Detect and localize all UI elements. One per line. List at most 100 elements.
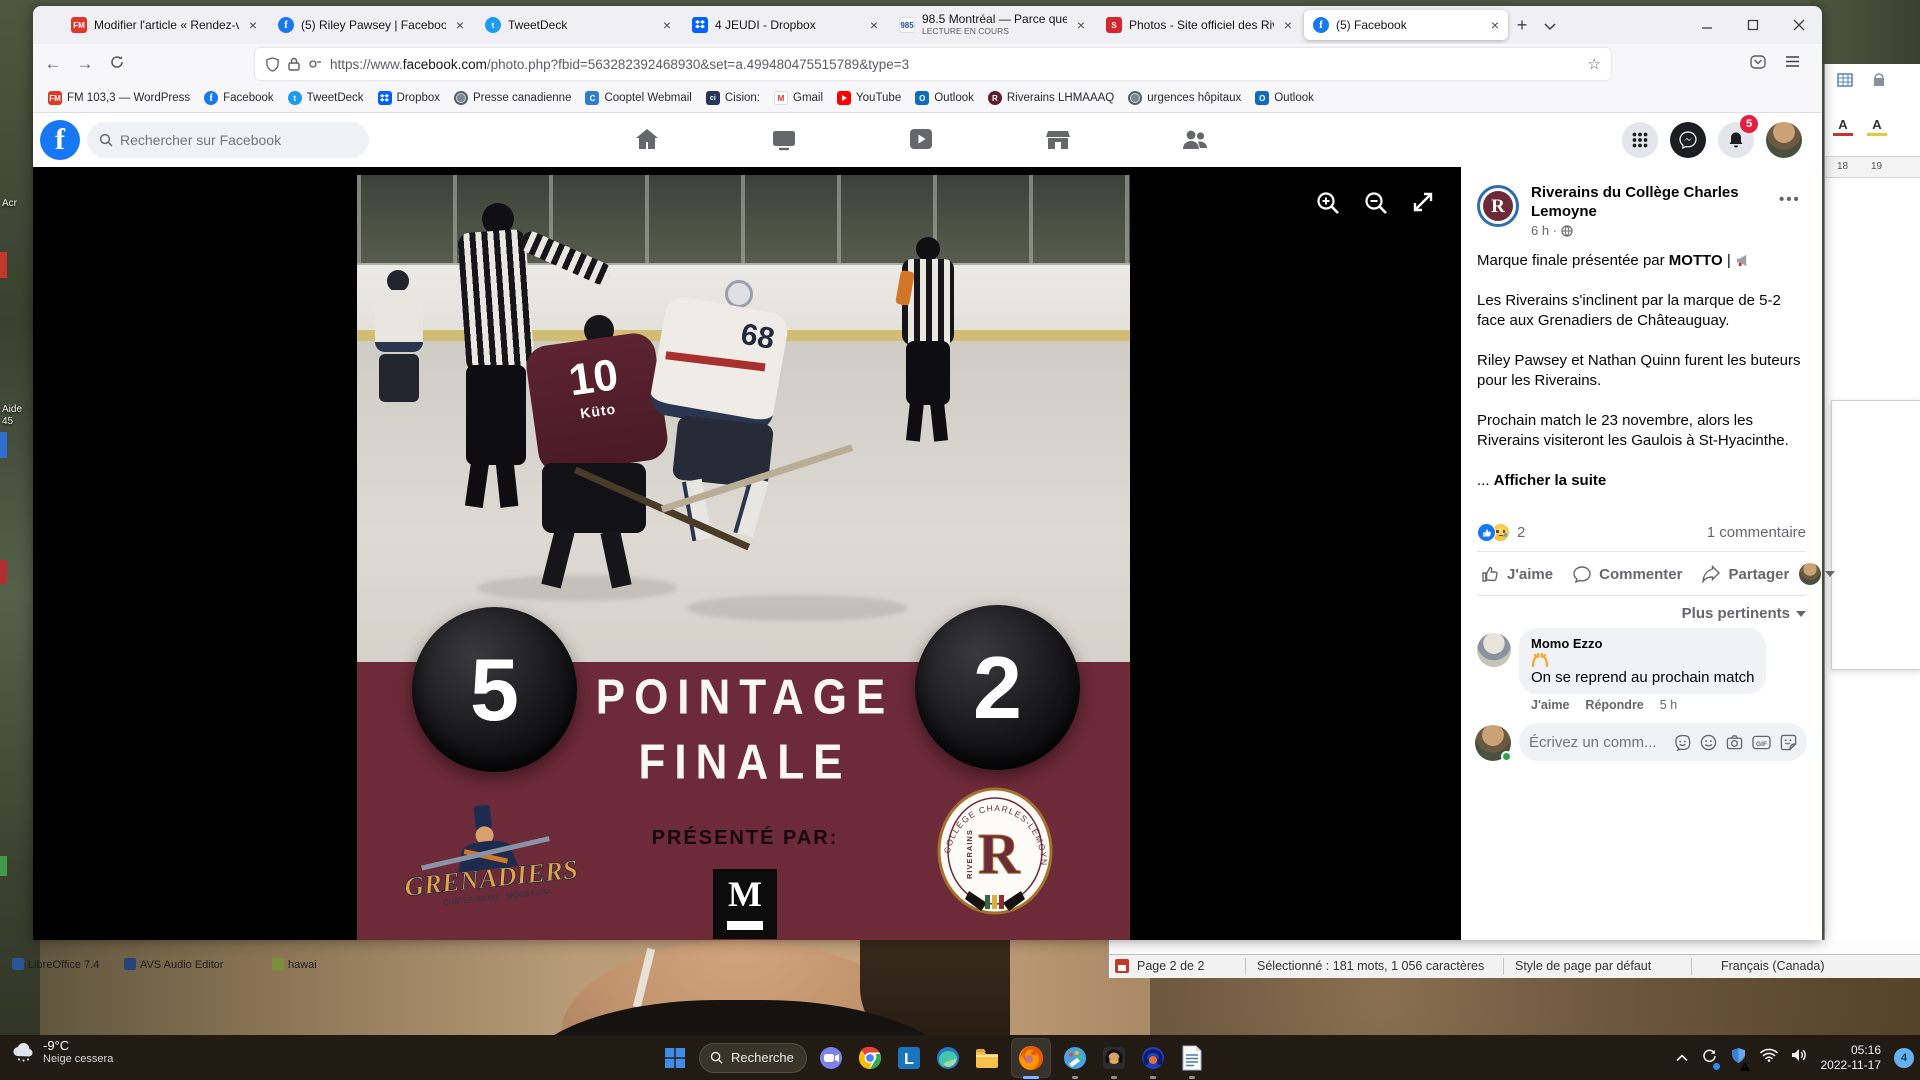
new-tab-button[interactable]: + [1508, 15, 1536, 36]
post-more-button[interactable]: ••• [1779, 191, 1801, 208]
profile-avatar[interactable] [1766, 122, 1802, 158]
comment-composer[interactable]: GIF [1519, 723, 1807, 761]
firefox-icon-active[interactable] [1011, 1038, 1051, 1078]
window-label-libreoffice[interactable]: LibreOffice 7.4 [12, 958, 99, 971]
taskbar-clock[interactable]: 05:16 2022-11-17 [1821, 1043, 1882, 1073]
tab-facebook-active[interactable]: f (5) Facebook × [1304, 10, 1508, 40]
share-button[interactable]: Partager [1692, 559, 1799, 589]
bookmark-urgences[interactable]: urgences hôpitaux [1123, 88, 1246, 108]
apps-menu-button[interactable] [1622, 122, 1658, 158]
like-button[interactable]: J'aime [1471, 559, 1563, 589]
tab-close-icon[interactable]: × [453, 17, 467, 33]
search-input[interactable] [120, 132, 340, 148]
permissions-icon[interactable] [308, 58, 322, 70]
messenger-button[interactable] [1670, 122, 1706, 158]
gif-icon[interactable]: GIF [1752, 734, 1771, 751]
start-button[interactable] [660, 1043, 690, 1073]
wifi-icon[interactable] [1760, 1048, 1778, 1067]
tab-riley-pawsey[interactable]: f (5) Riley Pawsey | Facebook × [269, 10, 473, 40]
paint-app-icon[interactable] [1060, 1043, 1090, 1073]
reaction-count[interactable]: 2 [1517, 524, 1525, 541]
bookmark-gmail[interactable]: MGmail [769, 88, 828, 108]
camera-icon[interactable] [1726, 734, 1743, 751]
close-button[interactable] [1776, 6, 1822, 44]
tab-close-icon[interactable]: × [246, 17, 260, 33]
like-reaction-icon[interactable] [1477, 523, 1496, 542]
post-timestamp[interactable]: 6 h · [1531, 223, 1573, 238]
libreoffice-icon[interactable]: L [894, 1043, 924, 1073]
tab-close-icon[interactable]: × [867, 17, 881, 33]
notification-center-badge[interactable]: 4 [1894, 1048, 1914, 1068]
bookmark-youtube[interactable]: YouTube [832, 88, 906, 108]
taskbar-search[interactable]: Recherche [699, 1043, 807, 1073]
avatar-sticker-icon[interactable] [1674, 734, 1691, 751]
lock-icon[interactable] [288, 57, 300, 71]
tab-photos-riverains[interactable]: S Photos - Site officiel des River × [1097, 10, 1301, 40]
bookmark-outlook-2[interactable]: OOutlook [1250, 88, 1319, 108]
zoom-in-button[interactable] [1314, 189, 1346, 221]
status-page[interactable]: Page 2 de 2 [1137, 959, 1204, 973]
back-button[interactable]: ← [37, 54, 69, 74]
bookmark-cooptel[interactable]: CCooptel Webmail [580, 88, 696, 108]
comment-reply-link[interactable]: Répondre [1585, 698, 1643, 712]
comment-as-selector[interactable] [1799, 563, 1835, 585]
comment-count[interactable]: 1 commentaire [1707, 524, 1806, 541]
comment-time[interactable]: 5 h [1660, 698, 1677, 712]
bookmark-facebook[interactable]: fFacebook [199, 88, 279, 108]
bookmark-presse-canadienne[interactable]: Presse canadienne [449, 88, 576, 108]
font-color-icon[interactable]: A [1833, 116, 1853, 136]
fullscreen-button[interactable] [1410, 189, 1442, 221]
highlight-color-icon[interactable]: A [1867, 116, 1887, 136]
comment-input[interactable] [1529, 734, 1669, 751]
bookmark-fm1033[interactable]: FMFM 103,3 — WordPress [43, 88, 195, 108]
tab-985-montreal[interactable]: 985 98.5 Montréal — Parce que vo LECTURE… [890, 10, 1094, 40]
url-bar[interactable]: https://www.facebook.com/photo.php?fbid=… [255, 48, 1611, 80]
emoji-icon[interactable] [1700, 734, 1717, 751]
window-label-avs[interactable]: AVS Audio Editor [124, 958, 224, 971]
tab-close-icon[interactable]: × [660, 17, 674, 33]
minimize-button[interactable] [1684, 6, 1730, 44]
watch-icon[interactable] [770, 125, 800, 155]
tab-tweetdeck[interactable]: t TweetDeck × [476, 10, 680, 40]
bookmark-tweetdeck[interactable]: tTweetDeck [283, 88, 369, 108]
bookmark-riverains[interactable]: RRiverains LHMAAAQ [983, 88, 1119, 108]
tab-wordpress[interactable]: FM Modifier l'article « Rendez-vo × [62, 10, 266, 40]
tab-list-dropdown[interactable] [1536, 15, 1564, 36]
table-grid-icon[interactable] [1835, 72, 1855, 92]
tab-close-icon[interactable]: × [1488, 17, 1502, 33]
status-selection[interactable]: Sélectionné : 181 mots, 1 056 caractères [1257, 959, 1484, 973]
teams-chat-icon[interactable] [816, 1043, 846, 1073]
groups-icon[interactable] [1181, 125, 1211, 155]
video-icon[interactable] [907, 125, 937, 155]
commenter-avatar[interactable] [1477, 633, 1511, 667]
avs-audio-editor-icon[interactable] [1099, 1043, 1129, 1073]
tracking-shield-icon[interactable] [265, 57, 280, 72]
bookmark-star-icon[interactable]: ☆ [1588, 55, 1601, 73]
menu-icon[interactable] [1785, 55, 1800, 73]
home-icon[interactable] [633, 125, 663, 155]
paint-can-icon[interactable] [1869, 72, 1889, 92]
file-explorer-icon[interactable] [972, 1043, 1002, 1073]
bookmark-outlook-1[interactable]: OOutlook [910, 88, 979, 108]
comment-button[interactable]: Commenter [1563, 559, 1692, 589]
composer-avatar[interactable] [1475, 725, 1511, 761]
status-page-style[interactable]: Style de page par défaut [1515, 959, 1651, 973]
onedrive-sync-icon[interactable] [1701, 1047, 1717, 1068]
tab-close-icon[interactable]: × [1281, 17, 1295, 33]
marketplace-icon[interactable] [1044, 125, 1074, 155]
forward-button[interactable]: → [69, 54, 101, 74]
window-label-hawai[interactable]: hawai [272, 958, 317, 971]
security-shield-icon[interactable]: ! [1730, 1047, 1747, 1069]
chrome-icon[interactable] [855, 1043, 885, 1073]
bookmark-dropbox[interactable]: Dropbox [373, 88, 445, 108]
url-text[interactable]: https://www.facebook.com/photo.php?fbid=… [330, 57, 909, 72]
sort-selector[interactable]: Plus pertinents [1682, 605, 1806, 622]
tab-dropbox[interactable]: 4 JEUDI - Dropbox × [683, 10, 887, 40]
status-language[interactable]: Français (Canada) [1721, 959, 1825, 973]
edge-icon[interactable] [933, 1043, 963, 1073]
bookmark-cision[interactable]: ciCision: [701, 88, 765, 108]
facebook-logo[interactable]: f [40, 120, 80, 160]
comment-like-link[interactable]: J'aime [1531, 698, 1569, 712]
page-name[interactable]: Riverains du Collège Charles Lemoyne [1531, 183, 1766, 221]
maximize-button[interactable] [1730, 6, 1776, 44]
